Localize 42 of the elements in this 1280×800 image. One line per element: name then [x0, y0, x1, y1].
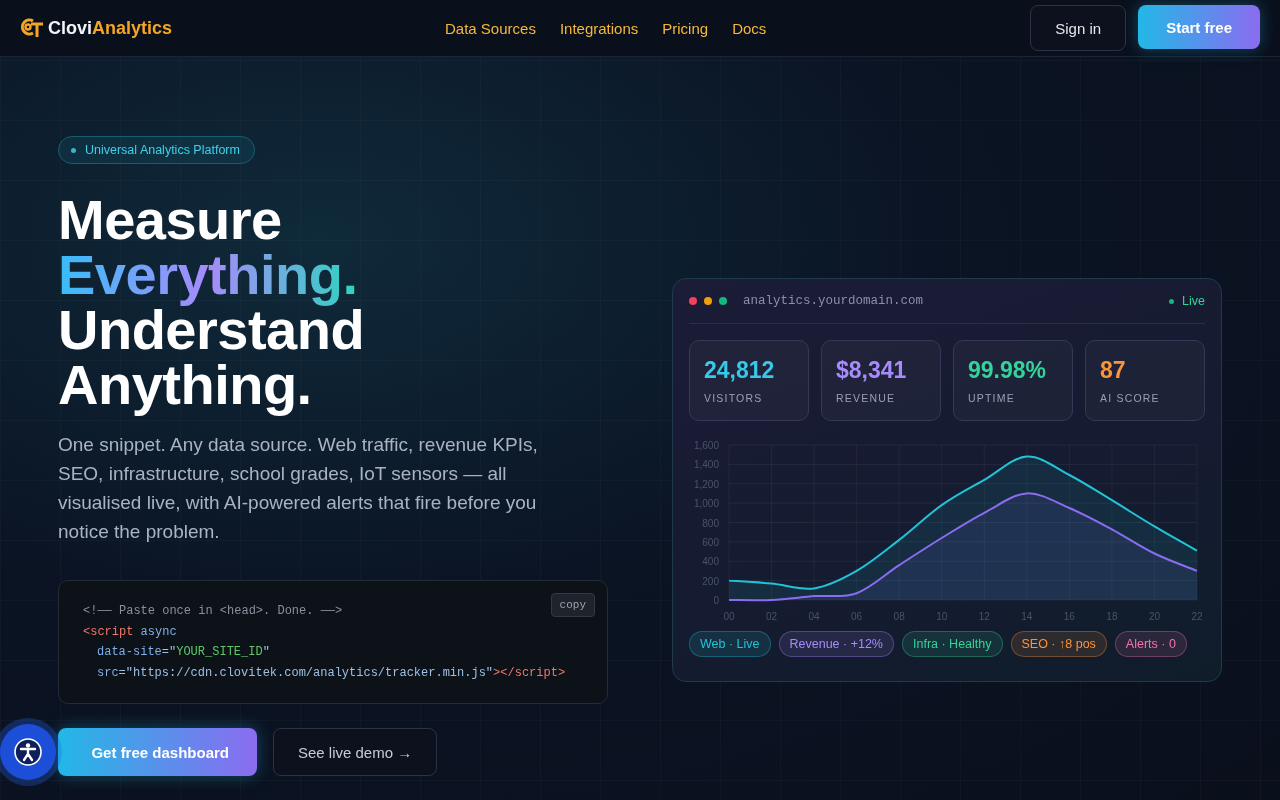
x-axis-label: 18: [1106, 611, 1118, 622]
window-dot: [689, 297, 697, 305]
x-axis-label: 04: [808, 611, 820, 622]
stat-value: 99.98%: [968, 357, 1047, 384]
stat-value: 87: [1100, 357, 1127, 384]
stat-value: 24,812: [704, 357, 776, 384]
status-tag: Revenue · +12%: [778, 631, 894, 657]
sign-in-button[interactable]: Sign in: [1030, 5, 1127, 51]
code-line: <script async: [83, 623, 177, 641]
code-line: <!—— Paste once in <head>. Done. ——>: [83, 603, 343, 620]
status-tag: Infra · Healthy: [902, 631, 1003, 657]
status-dot: [1169, 298, 1175, 304]
x-axis-label: 14: [1021, 611, 1033, 622]
nav-link[interactable]: Docs: [732, 19, 767, 37]
headline-line: Anything.: [58, 352, 312, 417]
nav-link[interactable]: Pricing: [662, 19, 709, 37]
status-label: Live: [1182, 294, 1205, 308]
badge: Universal Analytics Platform: [58, 136, 255, 164]
status-tag: Alerts · 0: [1114, 631, 1187, 657]
stat-label: UPTIME: [968, 392, 1016, 404]
stat-value: $8,341: [836, 357, 908, 384]
nav-link[interactable]: Integrations: [559, 19, 639, 37]
logo-icon: [20, 17, 44, 39]
url-text: analytics.yourdomain.com: [743, 294, 925, 308]
status-tag: Web · Live: [689, 631, 771, 657]
accessibility-button[interactable]: [0, 724, 56, 780]
x-axis-label: 16: [1063, 611, 1075, 622]
stat-label: AI SCORE: [1100, 392, 1161, 404]
stat-label: VISITORS: [704, 392, 764, 404]
stat-label: REVENUE: [836, 392, 897, 404]
code-line: src="https://cdn.clovitek.com/analytics/tracker.min.js"></script>: [96, 664, 566, 682]
window-dot: [704, 297, 712, 305]
status-tag: SEO · ↑8 pos: [1010, 631, 1107, 657]
live-demo-button[interactable]: See live demo →: [273, 728, 438, 776]
window-dot: [719, 297, 727, 305]
description: One snippet. Any data source. Web traffic, revenue KPIs, SEO, infrastructure, school grades, IoT sensors — all visualised live, with AI-powered alerts that fire before you notice the problem.: [58, 433, 539, 544]
copy-button[interactable]: copy: [550, 593, 595, 617]
code-line: data-site="YOUR_SITE_ID": [96, 644, 270, 661]
logo-text[interactable]: CloviAnalytics: [48, 17, 173, 39]
nav-link[interactable]: Data Sources: [445, 19, 536, 37]
accessibility-icon: [13, 737, 43, 767]
x-axis-label: 22: [1191, 611, 1203, 622]
